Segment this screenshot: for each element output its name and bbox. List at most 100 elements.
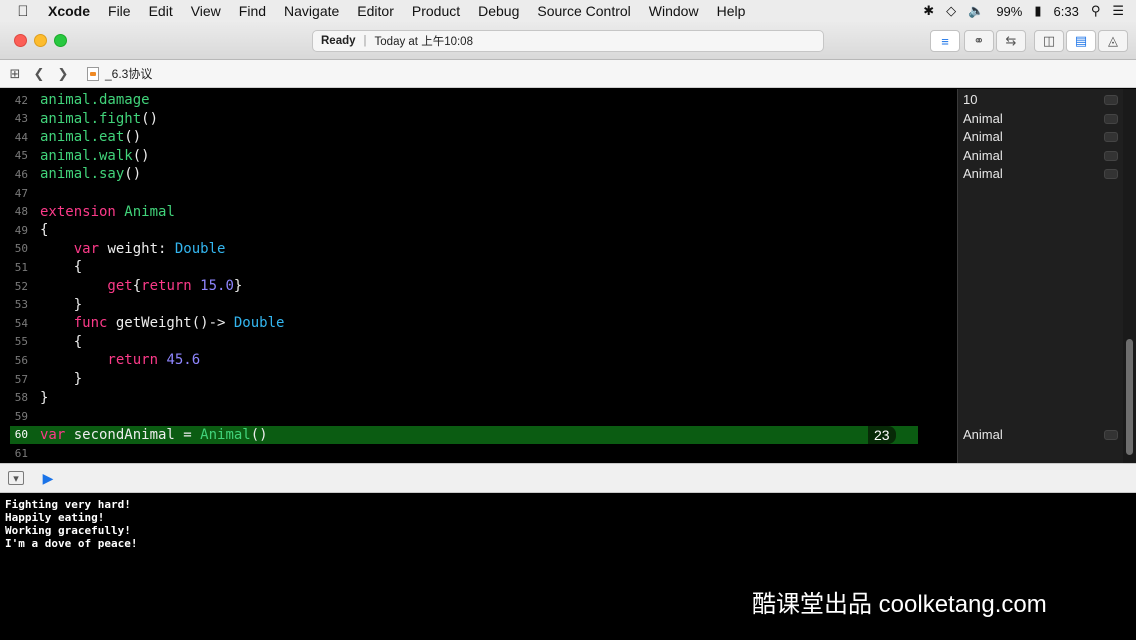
code-line[interactable]: 51 { (0, 258, 957, 276)
menu-find[interactable]: Find (230, 3, 275, 19)
menu-window[interactable]: Window (640, 3, 708, 19)
result-text: 10 (963, 92, 978, 107)
code-line[interactable]: 57 } (0, 370, 957, 388)
code-token: animal.say (40, 166, 125, 183)
menu-file[interactable]: File (99, 3, 140, 19)
menu-editor[interactable]: Editor (348, 3, 403, 19)
code-line[interactable]: 55 { (0, 333, 957, 351)
line-number: 51 (14, 260, 28, 274)
code-line[interactable]: 53 } (0, 296, 957, 314)
code-line[interactable]: 50 var weight: Double (0, 240, 957, 258)
code-editor[interactable]: 42 animal.damage 43 animal.fight() 44 animal.… (0, 89, 957, 463)
toggle-debug-area-button[interactable]: ▤ (1066, 30, 1096, 52)
code-line[interactable]: 61 (0, 444, 957, 462)
execution-count-badge[interactable]: 23 (868, 425, 896, 444)
clock[interactable]: 6:33 (1054, 4, 1079, 19)
code-line[interactable]: 49 { (0, 221, 957, 239)
run-playground-button[interactable]: ▶ (40, 471, 56, 485)
menu-xcode[interactable]: Xcode (46, 3, 99, 19)
version-editor-button[interactable]: ⇆ (996, 30, 1026, 52)
current-code-line[interactable]: 60 var secondAnimal = Animal() 23 (0, 425, 957, 444)
status-area: ✱ ◇ 🔈 99% ▮ 6:33 ⚲ ☰ (911, 3, 1136, 19)
code-line[interactable]: 56 return 45.6 (0, 351, 957, 369)
quick-look-icon[interactable] (1104, 150, 1118, 161)
toggle-navigator-button[interactable]: ◫ (1034, 30, 1064, 52)
code-line[interactable]: 59 (0, 407, 957, 425)
related-items-grid-icon[interactable]: ⊞ (3, 66, 27, 82)
menu-edit[interactable]: Edit (140, 3, 182, 19)
line-number: 46 (14, 167, 28, 181)
quick-look-icon[interactable] (1104, 95, 1118, 105)
result-value[interactable]: Animal (963, 110, 1118, 128)
line-number: 59 (14, 409, 28, 423)
jump-bar: ⊞ ❮ ❯ _6.3协议 (0, 60, 1136, 88)
minimize-window-button[interactable] (34, 34, 47, 47)
back-chevron-icon[interactable]: ❮ (27, 66, 51, 82)
code-token: Double (174, 240, 226, 257)
code-token: 45.6 (166, 352, 201, 369)
code-token: () (141, 110, 159, 127)
code-text: { (30, 259, 82, 275)
hide-debug-area-button[interactable]: ▾ (8, 471, 24, 485)
code-line[interactable]: 43 animal.fight() (0, 110, 957, 128)
code-line[interactable]: 42 animal.damage (0, 91, 957, 109)
wifi-icon[interactable]: ◇ (946, 3, 956, 19)
line-number: 53 (14, 298, 28, 312)
line-number: 55 (14, 335, 28, 349)
apple-menu-icon[interactable]:  (0, 3, 46, 20)
forward-chevron-icon[interactable]: ❯ (51, 66, 75, 82)
code-line[interactable]: 52 get{return 15.0} (0, 277, 957, 295)
code-line[interactable]: 45 animal.walk() (0, 147, 957, 165)
line-number: 47 (14, 186, 28, 200)
bluetooth-icon[interactable]: ✱ (923, 3, 934, 19)
menu-help[interactable]: Help (708, 3, 755, 19)
menu-navigate[interactable]: Navigate (275, 3, 348, 19)
code-token: return (141, 278, 201, 294)
code-token: () (132, 147, 150, 164)
result-text: Animal (963, 110, 1003, 126)
quick-look-icon[interactable] (1104, 113, 1118, 124)
code-token: 15.0 (200, 278, 234, 294)
result-value[interactable]: Animal (963, 165, 1118, 183)
notification-center-icon[interactable]: ☰ (1112, 3, 1124, 19)
code-line[interactable]: 58} (0, 389, 957, 407)
line-number: 48 (14, 205, 28, 219)
scrollbar-thumb[interactable] (1126, 339, 1133, 455)
menu-source-control[interactable]: Source Control (528, 3, 639, 19)
line-number: 44 (14, 130, 28, 144)
quick-look-icon[interactable] (1104, 132, 1118, 143)
spotlight-search-icon[interactable]: ⚲ (1091, 3, 1101, 19)
playground-results-sidebar: 10 Animal Animal Animal Animal Animal (957, 89, 1123, 463)
result-value[interactable]: Animal (963, 128, 1118, 146)
result-value[interactable]: Animal (963, 147, 1118, 165)
code-line[interactable]: 46 animal.say() (0, 165, 957, 183)
editor-scrollbar[interactable] (1123, 89, 1136, 463)
menu-view[interactable]: View (182, 3, 230, 19)
volume-icon[interactable]: 🔈 (968, 3, 984, 19)
code-token: secondAnimal = (73, 426, 201, 443)
code-line[interactable]: 54 func getWeight()-> Double (0, 314, 957, 332)
standard-editor-button[interactable]: ≡ (930, 30, 960, 52)
quick-look-icon[interactable] (1104, 429, 1118, 440)
line-number: 49 (14, 223, 28, 237)
code-line[interactable]: 48 extension Animal (0, 203, 957, 221)
quick-look-icon[interactable] (1104, 169, 1118, 180)
console-line: I'm a dove of peace! (5, 537, 138, 550)
result-text: Animal (963, 166, 1003, 182)
menu-product[interactable]: Product (403, 3, 469, 19)
code-line[interactable]: 47 (0, 184, 957, 202)
menu-debug[interactable]: Debug (469, 3, 528, 19)
result-value[interactable]: Animal (963, 426, 1118, 444)
close-window-button[interactable] (14, 34, 27, 47)
zoom-window-button[interactable] (54, 34, 67, 47)
breadcrumb-filename[interactable]: _6.3协议 (105, 65, 152, 82)
result-value[interactable]: 10 (963, 91, 1118, 109)
code-line[interactable]: 44 animal.eat() (0, 128, 957, 146)
assistant-editor-button[interactable]: ⚭ (964, 30, 994, 52)
toggle-utilities-button[interactable]: ◬ (1098, 30, 1128, 52)
code-token: animal.eat (40, 129, 125, 146)
battery-icon[interactable]: ▮ (1034, 3, 1041, 19)
code-text: var secondAnimal = Animal() (30, 427, 268, 443)
battery-percent: 99% (996, 3, 1023, 19)
line-number: 61 (14, 446, 28, 460)
